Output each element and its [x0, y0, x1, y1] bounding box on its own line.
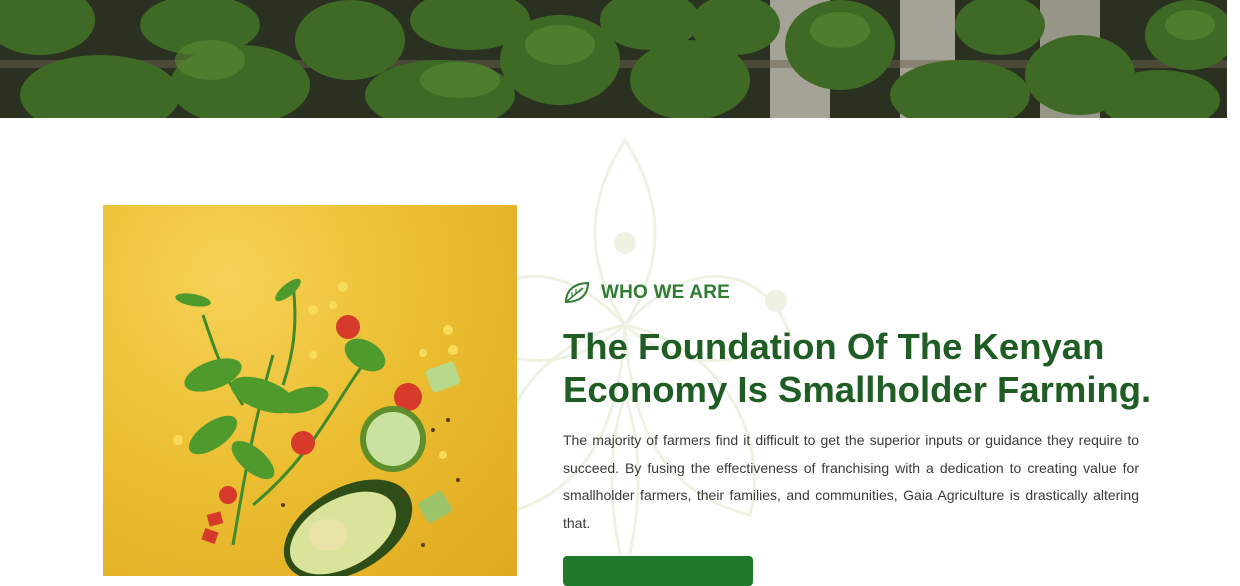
eyebrow-label: WHO WE ARE [601, 282, 731, 303]
section-title: The Foundation Of The Kenyan Economy Is … [563, 326, 1152, 410]
leaf-icon [563, 280, 591, 306]
salad-ingredients-image [103, 205, 517, 576]
section-description: The majority of farmers find it difficul… [563, 432, 1139, 531]
cta-button[interactable] [563, 556, 753, 586]
hero-image [0, 0, 1227, 118]
section-eyebrow: WHO WE ARE [563, 280, 730, 306]
